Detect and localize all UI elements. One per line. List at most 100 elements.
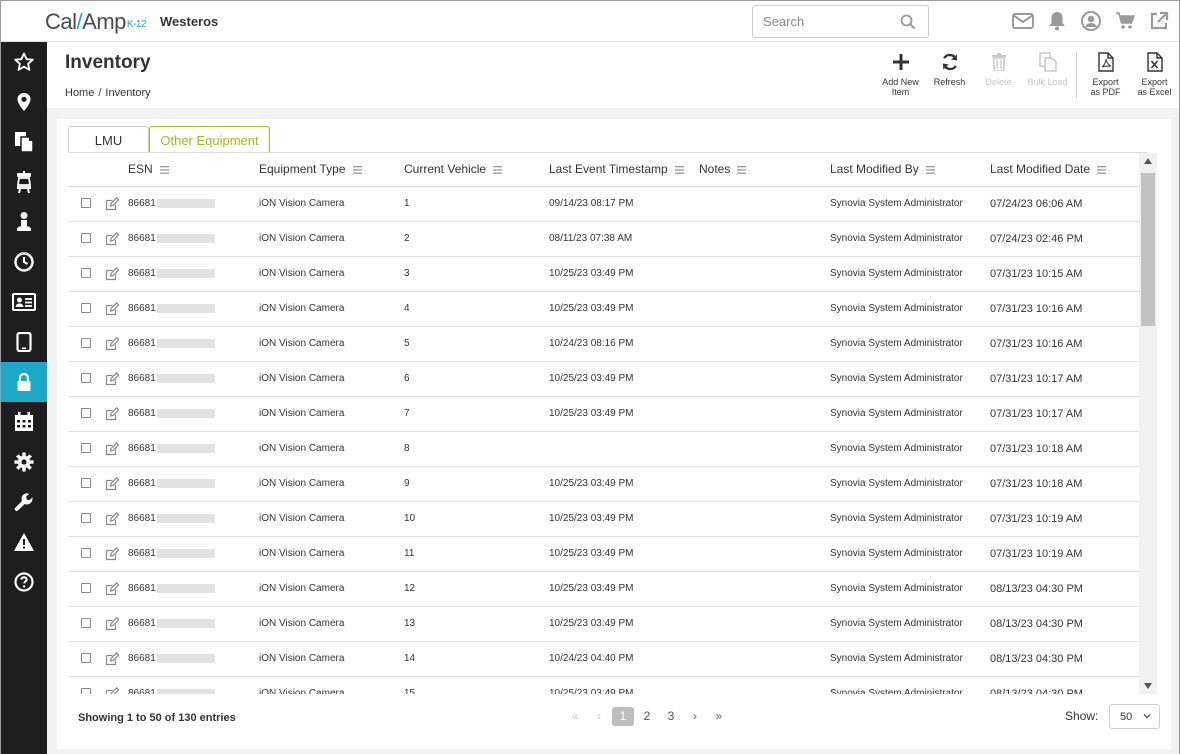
table-row[interactable]: 86681 iON Vision Camera 3 10/25/23 03:49 PM…: [68, 256, 1139, 292]
column-menu-icon[interactable]: [159, 166, 169, 174]
column-menu-icon[interactable]: [737, 166, 747, 174]
table-row[interactable]: 86681 iON Vision Camera 14 10/24/23 04:40 P…: [68, 641, 1139, 677]
row-checkbox[interactable]: [81, 513, 91, 524]
mail-icon[interactable]: [1011, 9, 1035, 33]
page-1-button[interactable]: 1: [612, 706, 634, 726]
scroll-up-arrow[interactable]: [1144, 158, 1152, 164]
sidebar-item-help[interactable]: [1, 562, 47, 602]
sidebar-item-stops[interactable]: [1, 162, 47, 202]
last-page-button[interactable]: »: [708, 707, 730, 726]
row-checkbox[interactable]: [81, 408, 91, 419]
row-checkbox[interactable]: [81, 478, 91, 489]
column-header-last-modified-date[interactable]: Last Modified Date: [990, 153, 1139, 187]
calamp-logo[interactable]: Cal/AmpK-12: [45, 9, 147, 35]
bell-icon[interactable]: [1045, 9, 1069, 33]
user-icon[interactable]: [1079, 9, 1103, 33]
edit-icon[interactable]: [105, 196, 119, 211]
tab-other-equipment[interactable]: Other Equipment: [149, 126, 270, 153]
table-row[interactable]: 86681 iON Vision Camera 5 10/24/23 08:16 PM…: [68, 326, 1139, 362]
external-link-icon[interactable]: [1147, 9, 1171, 33]
page-size-select[interactable]: 50: [1109, 704, 1160, 729]
add-new-item-button[interactable]: Add New Item: [876, 50, 925, 106]
sidebar-item-security[interactable]: [1, 362, 47, 402]
sidebar-item-history[interactable]: [1, 242, 47, 282]
breadcrumb-home[interactable]: Home: [65, 87, 94, 99]
column-header-last-modified-by[interactable]: Last Modified By: [830, 153, 990, 187]
row-checkbox[interactable]: [81, 618, 91, 629]
sidebar-item-tablets[interactable]: [1, 322, 47, 362]
bulk-load-button[interactable]: Bulk Load: [1023, 50, 1072, 106]
edit-icon[interactable]: [105, 441, 119, 456]
row-checkbox[interactable]: [81, 303, 91, 314]
search-icon[interactable]: [900, 14, 916, 30]
column-header-current-vehicle[interactable]: Current Vehicle: [404, 153, 549, 187]
edit-icon[interactable]: [105, 336, 119, 351]
first-page-button[interactable]: «: [564, 707, 586, 726]
table-row[interactable]: 86681 iON Vision Camera 13 10/25/23 03:49 P…: [68, 606, 1139, 642]
edit-icon[interactable]: [105, 546, 119, 561]
sidebar-item-map[interactable]: [1, 82, 47, 122]
search-input[interactable]: [763, 14, 893, 29]
search-box[interactable]: [752, 5, 929, 38]
page-3-button[interactable]: 3: [660, 707, 682, 726]
edit-icon[interactable]: [105, 301, 119, 316]
row-checkbox[interactable]: [81, 688, 91, 694]
row-checkbox[interactable]: [81, 338, 91, 349]
page-2-button[interactable]: 2: [636, 707, 658, 726]
edit-icon[interactable]: [105, 476, 119, 491]
previous-page-button[interactable]: ‹: [588, 707, 610, 726]
column-menu-icon[interactable]: [493, 166, 503, 174]
export-excel-button[interactable]: Export as Excel: [1130, 50, 1179, 106]
edit-icon[interactable]: [105, 406, 119, 421]
table-scrollbar[interactable]: [1139, 153, 1157, 694]
edit-icon[interactable]: [105, 651, 119, 666]
column-menu-icon[interactable]: [925, 166, 935, 174]
export-pdf-button[interactable]: Export as PDF: [1081, 50, 1130, 106]
sidebar-item-alerts[interactable]: [1, 522, 47, 562]
row-checkbox[interactable]: [81, 583, 91, 594]
tab-lmu[interactable]: LMU: [68, 126, 149, 153]
column-menu-icon[interactable]: [352, 166, 362, 174]
scroll-down-arrow[interactable]: [1144, 683, 1152, 689]
row-checkbox[interactable]: [81, 268, 91, 279]
table-row[interactable]: 86681 iON Vision Camera 4 10/25/23 03:49 PM…: [68, 291, 1139, 327]
table-row[interactable]: 86681 iON Vision Camera 6 10/25/23 03:49 PM…: [68, 361, 1139, 397]
edit-icon[interactable]: [105, 616, 119, 631]
table-row[interactable]: 86681 iON Vision Camera 1 09/14/23 08:17 PM…: [68, 186, 1139, 222]
table-row[interactable]: 86681 iON Vision Camera 12 10/25/23 03:49 P…: [68, 571, 1139, 607]
table-row[interactable]: 86681 iON Vision Camera 9 10/25/23 03:49 PM…: [68, 466, 1139, 502]
cart-icon[interactable]: [1113, 9, 1137, 33]
sidebar-item-documents[interactable]: [1, 122, 47, 162]
table-row[interactable]: 86681 iON Vision Camera 8 Synovia System Ad…: [68, 431, 1139, 467]
edit-icon[interactable]: [105, 266, 119, 281]
column-menu-icon[interactable]: [674, 166, 684, 174]
sidebar-item-settings[interactable]: [1, 442, 47, 482]
sidebar-item-students[interactable]: [1, 202, 47, 242]
sidebar-item-id-cards[interactable]: [1, 282, 47, 322]
row-checkbox[interactable]: [81, 373, 91, 384]
row-checkbox[interactable]: [81, 443, 91, 454]
column-header-equipment-type[interactable]: Equipment Type: [259, 153, 404, 187]
edit-icon[interactable]: [105, 231, 119, 246]
column-menu-icon[interactable]: [1097, 166, 1107, 174]
row-checkbox[interactable]: [81, 548, 91, 559]
row-checkbox[interactable]: [81, 653, 91, 664]
table-row[interactable]: 86681 iON Vision Camera 2 08/11/23 07:38 AM…: [68, 221, 1139, 257]
edit-icon[interactable]: [105, 581, 119, 596]
table-row[interactable]: 86681 iON Vision Camera 10 10/25/23 03:49 P…: [68, 501, 1139, 537]
scrollbar-thumb[interactable]: [1141, 173, 1155, 326]
refresh-button[interactable]: Refresh: [925, 50, 974, 106]
table-row[interactable]: 86681 iON Vision Camera 7 10/25/23 03:49 PM…: [68, 396, 1139, 432]
sidebar-item-calendar[interactable]: [1, 402, 47, 442]
sidebar-item-maintenance[interactable]: [1, 482, 47, 522]
table-row[interactable]: 86681 iON Vision Camera 11 10/25/23 03:49 P…: [68, 536, 1139, 572]
row-checkbox[interactable]: [81, 198, 91, 209]
edit-icon[interactable]: [105, 371, 119, 386]
next-page-button[interactable]: ›: [684, 707, 706, 726]
edit-icon[interactable]: [105, 686, 119, 695]
row-checkbox[interactable]: [81, 233, 91, 244]
sidebar-item-favorites[interactable]: [1, 42, 47, 82]
delete-button[interactable]: Delete: [974, 50, 1023, 106]
column-header-notes[interactable]: Notes: [699, 153, 830, 187]
edit-icon[interactable]: [105, 511, 119, 526]
